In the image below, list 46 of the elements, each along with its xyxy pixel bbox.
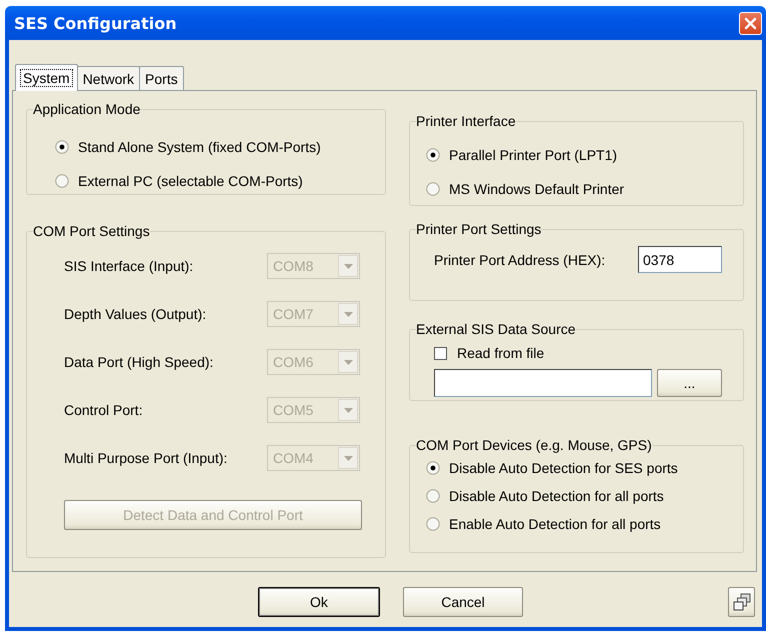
field-label: Control Port: — [64, 402, 144, 418]
radio-button[interactable] — [55, 140, 69, 154]
radio-label[interactable]: External PC (selectable COM-Ports) — [78, 173, 303, 189]
radio-label[interactable]: Disable Auto Detection for all ports — [449, 488, 664, 504]
close-button[interactable] — [739, 12, 762, 34]
cancel-button[interactable]: Cancel — [403, 587, 523, 617]
caret-icon — [344, 408, 352, 412]
tab[interactable]: Ports — [139, 66, 184, 90]
radio-button[interactable] — [426, 461, 440, 475]
window-title: SES Configuration — [14, 14, 178, 32]
caret-icon — [344, 360, 352, 364]
tab[interactable]: System — [15, 64, 78, 91]
field-label: SIS Interface (Input): — [64, 258, 194, 274]
checkbox[interactable] — [434, 346, 447, 360]
address-field[interactable]: 0378 — [638, 246, 722, 273]
ok-button[interactable]: Ok — [258, 587, 380, 617]
tab[interactable]: Network — [76, 66, 140, 90]
file-path-field[interactable] — [434, 369, 652, 397]
group-title: COM Port Settings — [33, 223, 150, 239]
radio-button[interactable] — [426, 182, 440, 196]
radio-label[interactable]: Disable Auto Detection for SES ports — [449, 460, 678, 476]
radio-label[interactable]: Enable Auto Detection for all ports — [449, 516, 661, 532]
caret-icon — [344, 456, 352, 460]
windows-button[interactable] — [728, 587, 755, 617]
field-label: Printer Port Address (HEX): — [434, 252, 606, 268]
field-label: Depth Values (Output): — [64, 306, 208, 322]
radio-label[interactable]: Stand Alone System (fixed COM-Ports) — [78, 139, 321, 155]
radio-button[interactable] — [426, 148, 440, 162]
caret-icon — [344, 264, 352, 268]
radio-label[interactable]: Parallel Printer Port (LPT1) — [449, 147, 618, 163]
radio-button[interactable] — [55, 174, 69, 188]
radio-button[interactable] — [426, 489, 440, 503]
close-icon — [744, 16, 757, 30]
radio-button[interactable] — [426, 517, 440, 531]
caret-icon — [344, 312, 352, 316]
browse-button[interactable]: ... — [657, 369, 722, 397]
radio-label[interactable]: MS Windows Default Printer — [449, 181, 624, 197]
stacked-windows-icon — [732, 593, 750, 611]
checkbox-label[interactable]: Read from file — [457, 345, 544, 361]
field-label: Data Port (High Speed): — [64, 354, 214, 370]
group-title: Printer Interface — [416, 113, 516, 129]
group-title: COM Port Devices (e.g. Mouse, GPS) — [416, 437, 652, 453]
group-title: External SIS Data Source — [416, 321, 576, 337]
group-title: Printer Port Settings — [416, 221, 542, 237]
field-label: Multi Purpose Port (Input): — [64, 450, 228, 466]
group-title: Application Mode — [33, 101, 140, 117]
